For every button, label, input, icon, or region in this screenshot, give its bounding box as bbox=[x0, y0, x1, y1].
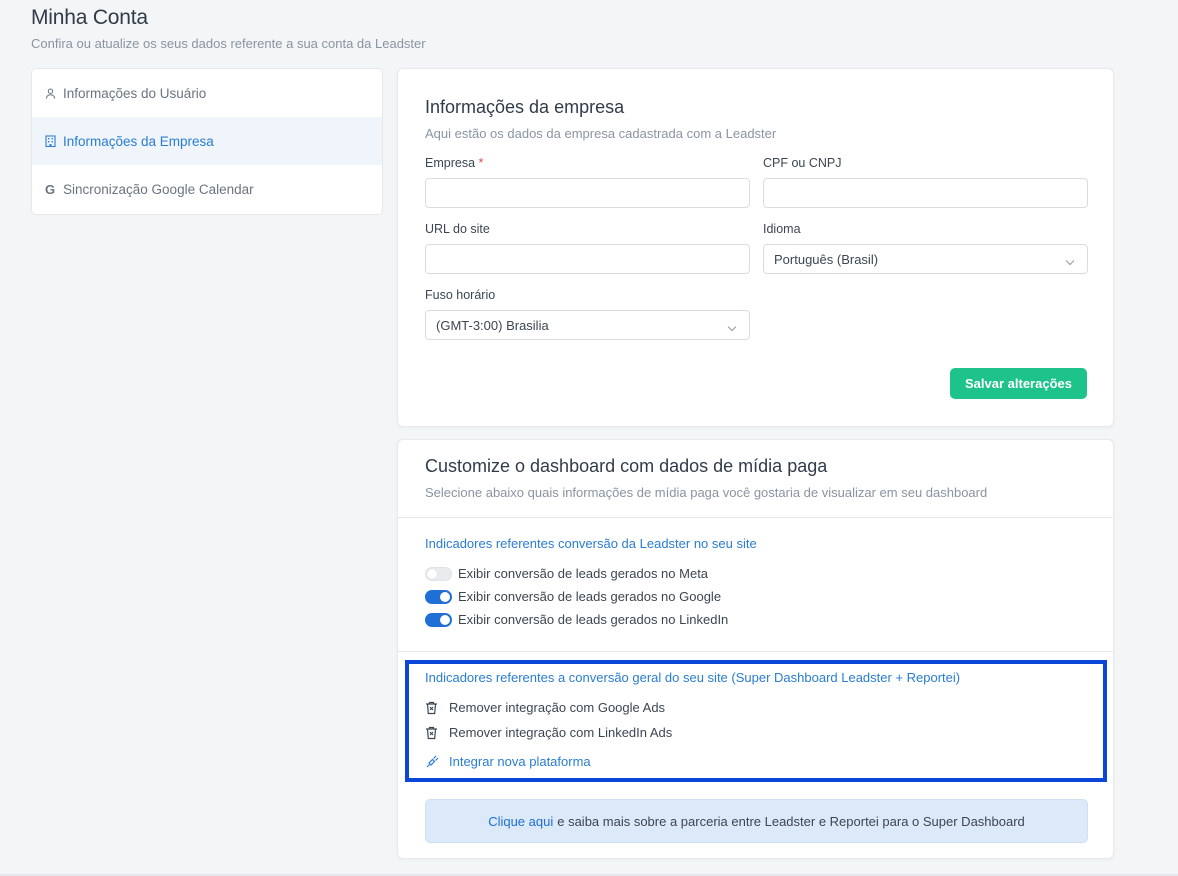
sidebar-item-google-calendar[interactable]: G Sincronização Google Calendar bbox=[32, 165, 382, 213]
page-title: Minha Conta bbox=[31, 6, 148, 29]
plug-icon bbox=[425, 755, 449, 769]
super-dashboard-indicators-title: Indicadores referentes a conversão geral… bbox=[425, 670, 961, 685]
toggle-label: Exibir conversão de leads gerados no Goo… bbox=[458, 589, 722, 604]
integrate-label: Integrar nova plataforma bbox=[449, 754, 591, 769]
learn-more-link[interactable]: Clique aqui bbox=[488, 814, 553, 829]
empresa-label-text: Empresa bbox=[425, 156, 476, 170]
trash-icon bbox=[425, 701, 449, 715]
fuso-select[interactable]: (GMT-3:00) Brasilia bbox=[425, 310, 750, 340]
cpf-cnpj-input[interactable] bbox=[763, 178, 1088, 208]
divider bbox=[398, 517, 1113, 518]
company-info-card: Informações da empresa Aqui estão os dad… bbox=[397, 68, 1114, 427]
sidebar-item-label: Informações da Empresa bbox=[63, 133, 214, 149]
toggle-linkedin-row[interactable]: Exibir conversão de leads gerados no Lin… bbox=[425, 612, 728, 627]
sidebar: Informações do Usuário Informações da Em… bbox=[31, 68, 383, 215]
linkedin-toggle[interactable] bbox=[425, 612, 452, 627]
chevron-down-icon bbox=[727, 320, 737, 335]
toggle-knob bbox=[440, 614, 450, 625]
sidebar-item-label: Sincronização Google Calendar bbox=[63, 181, 254, 197]
building-icon bbox=[44, 135, 56, 147]
action-label: Remover integração com Google Ads bbox=[449, 700, 666, 715]
divider bbox=[398, 651, 1113, 652]
info-banner-text: e saiba mais sobre a parceria entre Lead… bbox=[557, 813, 1025, 829]
toggle-knob bbox=[440, 591, 450, 602]
sidebar-item-label: Informações do Usuário bbox=[63, 85, 207, 101]
save-button[interactable]: Salvar alterações bbox=[950, 368, 1087, 399]
idioma-select[interactable]: Português (Brasil) bbox=[763, 244, 1088, 274]
trash-icon bbox=[425, 726, 449, 740]
sidebar-item-company-info[interactable]: Informações da Empresa bbox=[32, 117, 382, 165]
idioma-label: Idioma bbox=[763, 222, 801, 236]
remove-linkedin-ads-action[interactable]: Remover integração com LinkedIn Ads bbox=[425, 725, 672, 740]
fuso-label: Fuso horário bbox=[425, 288, 496, 302]
google-glyph: G bbox=[44, 181, 56, 197]
url-input[interactable] bbox=[425, 244, 750, 274]
url-label: URL do site bbox=[425, 222, 490, 236]
required-mark: * bbox=[478, 156, 484, 170]
sidebar-item-user-info[interactable]: Informações do Usuário bbox=[32, 69, 382, 117]
action-label: Remover integração com LinkedIn Ads bbox=[449, 725, 673, 740]
chevron-down-icon bbox=[1065, 254, 1075, 269]
dashboard-card-title: Customize o dashboard com dados de mídia… bbox=[425, 456, 828, 476]
empresa-input[interactable] bbox=[425, 178, 750, 208]
meta-toggle[interactable] bbox=[425, 566, 452, 581]
page-header: Minha Conta Confira ou atualize os seus … bbox=[31, 6, 426, 51]
toggle-label: Exibir conversão de leads gerados no Lin… bbox=[458, 612, 729, 627]
google-toggle[interactable] bbox=[425, 589, 452, 604]
toggle-knob bbox=[427, 568, 437, 579]
remove-google-ads-action[interactable]: Remover integração com Google Ads bbox=[425, 700, 665, 715]
toggle-meta-row[interactable]: Exibir conversão de leads gerados no Met… bbox=[425, 566, 708, 581]
page-subtitle: Confira ou atualize os seus dados refere… bbox=[31, 36, 426, 51]
google-icon: G bbox=[44, 181, 56, 197]
user-icon bbox=[44, 87, 56, 99]
integrate-platform-link[interactable]: Integrar nova plataforma bbox=[425, 754, 591, 769]
dashboard-card-subtitle: Selecione abaixo quais informações de mí… bbox=[425, 485, 988, 500]
company-card-title: Informações da empresa bbox=[425, 97, 625, 117]
toggle-google-row[interactable]: Exibir conversão de leads gerados no Goo… bbox=[425, 589, 721, 604]
idioma-select-value: Português (Brasil) bbox=[774, 251, 879, 267]
fuso-select-value: (GMT-3:00) Brasilia bbox=[436, 317, 549, 333]
empresa-label: Empresa * bbox=[425, 156, 483, 170]
leadster-indicators-title: Indicadores referentes conversão da Lead… bbox=[425, 536, 757, 551]
cpf-cnpj-label: CPF ou CNPJ bbox=[763, 156, 842, 170]
reportei-info-banner: Clique aqui e saiba mais sobre a parceri… bbox=[425, 799, 1088, 843]
dashboard-customize-card: Customize o dashboard com dados de mídia… bbox=[397, 439, 1114, 859]
company-card-subtitle: Aqui estão os dados da empresa cadastrad… bbox=[425, 126, 777, 141]
toggle-label: Exibir conversão de leads gerados no Met… bbox=[458, 566, 709, 581]
